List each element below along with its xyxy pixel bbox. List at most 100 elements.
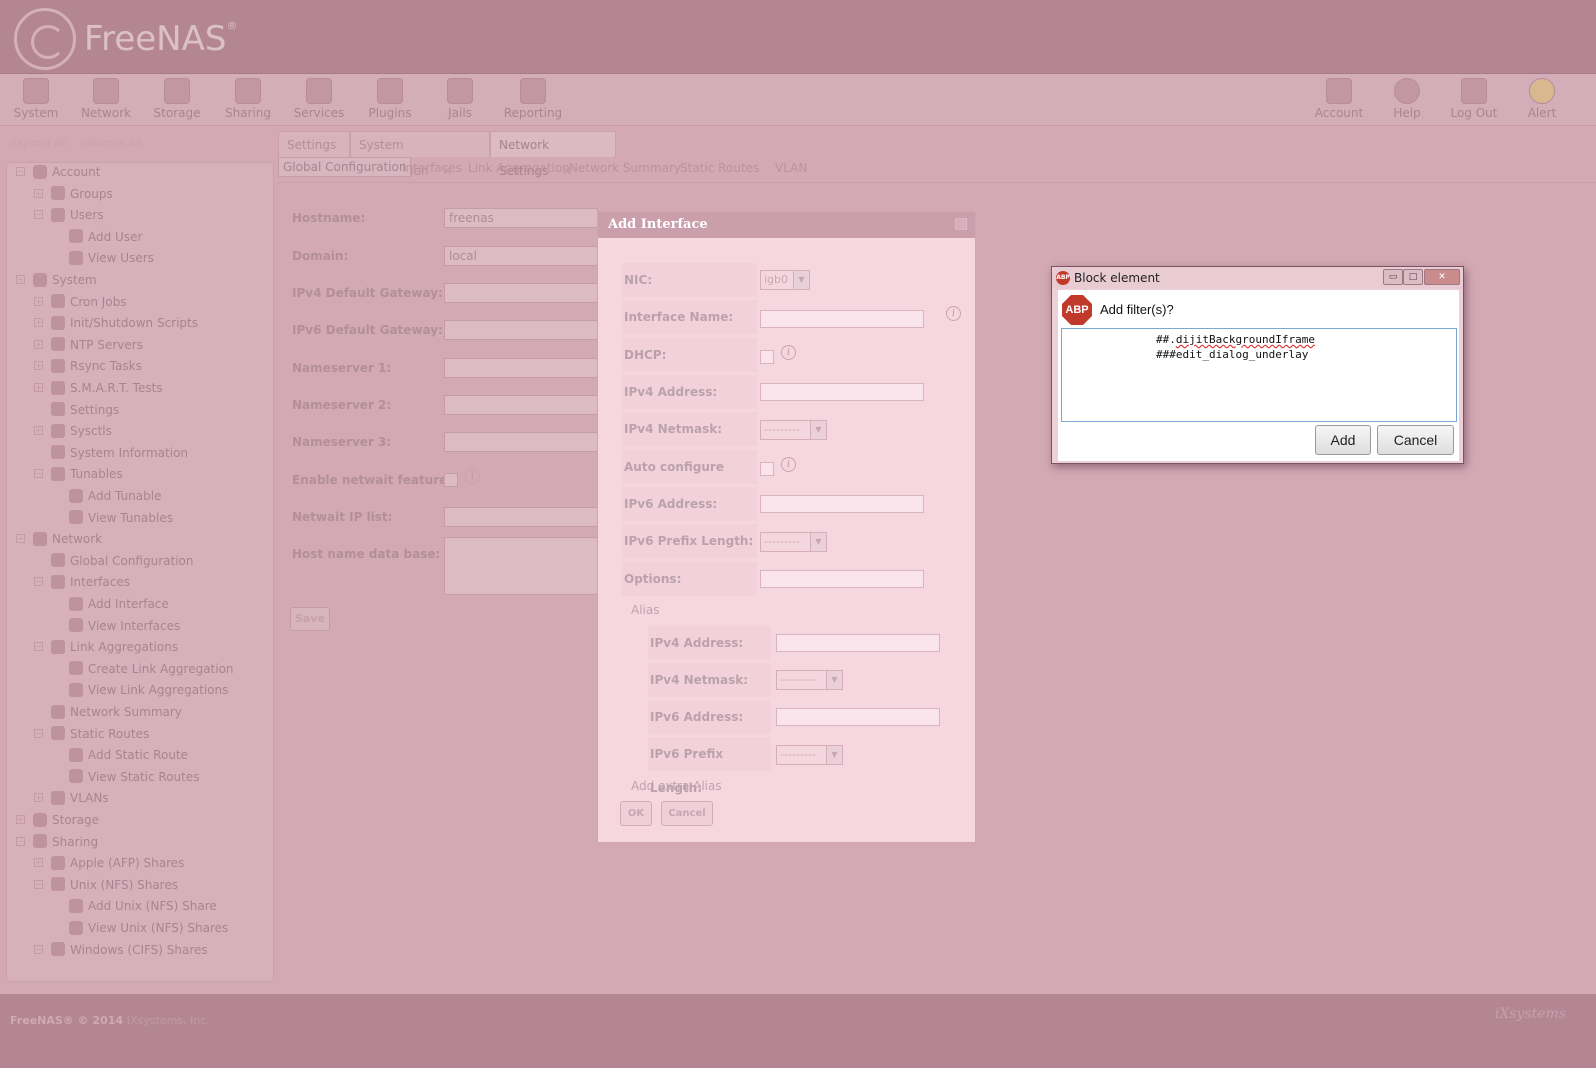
subtab-global-configuration[interactable]: Global Configuration [278,157,412,177]
nic-select[interactable]: igb0 ▼ [760,270,810,290]
sidebar-item-view-tunables[interactable]: View Tunables [52,508,173,528]
collapse-icon[interactable]: − [34,728,43,738]
add-extra-alias-link[interactable]: Add extra Alias [631,779,722,793]
sidebar-item-view-interfaces[interactable]: View Interfaces [52,616,180,636]
sidebar-item-rsync-tasks[interactable]: + Rsync Tasks [34,356,142,376]
ipv6-gateway-input[interactable] [444,320,598,340]
subtab-static-routes[interactable]: Static Routes [680,161,759,175]
sidebar-item-system[interactable]: − System [16,270,97,290]
sidebar-item-storage[interactable]: + Storage [16,810,99,830]
sidebar-item-cron-jobs[interactable]: + Cron Jobs [34,292,127,312]
expand-icon[interactable]: + [34,296,43,306]
sidebar-item-unix-nfs-shares[interactable]: − Unix (NFS) Shares [34,875,178,895]
alias-ipv6-prefix-select[interactable]: --------- ▼ [776,745,843,765]
sidebar-item-link-aggregations[interactable]: − Link Aggregations [34,637,178,657]
toolbar-account-button[interactable]: Account [1303,78,1375,120]
close-icon[interactable] [955,218,967,230]
expand-icon[interactable]: + [34,188,43,198]
collapse-all-link[interactable]: collapse all [81,136,142,149]
collapse-icon[interactable]: − [16,836,25,846]
expand-all-link[interactable]: expand all [10,136,67,149]
subtab-vlan[interactable]: VLAN [775,161,807,175]
cancel-button[interactable]: Cancel [661,801,713,826]
sidebar-item-interfaces[interactable]: − Interfaces [34,572,130,592]
expand-icon[interactable]: + [34,793,43,803]
sidebar-item-settings[interactable]: Settings [34,400,119,420]
ipv4-gateway-input[interactable] [444,283,598,303]
sidebar-item-vlans[interactable]: + VLANs [34,788,109,808]
sidebar-item-view-users[interactable]: View Users [52,248,154,268]
interface-name-input[interactable] [760,310,924,328]
toolbar-sharing-button[interactable]: Sharing [212,78,284,120]
info-icon[interactable]: i [946,306,961,321]
sidebar-item-sysctls[interactable]: + Sysctls [34,421,112,441]
expand-icon[interactable]: + [34,858,43,868]
expand-icon[interactable]: + [34,426,43,436]
subtab-link-aggregation[interactable]: Link Aggregation [468,161,570,175]
toolbar-storage-button[interactable]: Storage [141,78,213,120]
sidebar-item-account[interactable]: − Account [16,162,100,182]
ipv6-prefix-select[interactable]: --------- ▼ [760,532,827,552]
sidebar-item-windows-cifs-shares[interactable]: − Windows (CIFS) Shares [34,940,208,960]
ipv4-netmask-select[interactable]: --------- ▼ [760,420,827,440]
ipv4-address-input[interactable] [760,383,924,401]
company-link[interactable]: iXsystems, Inc. [127,1014,210,1027]
sidebar-item-global-configuration[interactable]: Global Configuration [34,551,193,571]
subtab-interfaces[interactable]: Interfaces [402,161,462,175]
nameserver1-input[interactable] [444,358,598,378]
collapse-icon[interactable]: − [16,167,25,176]
sidebar-item-view-static-routes[interactable]: View Static Routes [52,767,200,787]
expand-icon[interactable]: + [34,339,43,349]
nameserver3-input[interactable] [444,432,598,452]
toolbar-system-button[interactable]: System [0,78,72,120]
sidebar-item-view-link-aggregations[interactable]: View Link Aggregations [52,680,228,700]
sidebar-item-add-static-route[interactable]: Add Static Route [52,745,188,765]
tab-network-settings[interactable]: Network Settings ✕ [490,131,616,178]
sidebar-item-sharing[interactable]: − Sharing [16,832,98,852]
sidebar-item-add-interface[interactable]: Add Interface [52,594,169,614]
sidebar-item-s-m-a-r-t-tests[interactable]: + S.M.A.R.T. Tests [34,378,163,398]
netwait-ip-input[interactable] [444,507,598,527]
toolbar-network-button[interactable]: Network [70,78,142,120]
sidebar-item-add-unix-nfs-share[interactable]: Add Unix (NFS) Share [52,896,217,916]
collapse-icon[interactable]: − [16,534,25,544]
sidebar-item-system-information[interactable]: System Information [34,443,188,463]
sidebar-item-groups[interactable]: + Groups [34,184,113,204]
sidebar-item-users[interactable]: − Users [34,205,104,225]
expand-icon[interactable]: + [16,815,25,824]
options-input[interactable] [760,570,924,588]
alias-ipv4-address-input[interactable] [776,634,940,652]
info-icon[interactable]: i [781,457,796,472]
netwait-checkbox[interactable] [444,473,458,487]
collapse-icon[interactable]: − [34,469,43,479]
sidebar-item-static-routes[interactable]: − Static Routes [34,724,149,744]
alias-ipv4-netmask-select[interactable]: --------- ▼ [776,670,843,690]
ipv6-address-input[interactable] [760,495,924,513]
info-icon[interactable]: i [781,345,796,360]
sidebar-item-add-tunable[interactable]: Add Tunable [52,486,161,506]
close-icon[interactable]: ✕ [1424,269,1460,285]
collapse-icon[interactable]: − [16,275,25,284]
expand-icon[interactable]: + [34,383,43,392]
sidebar-item-network-summary[interactable]: Network Summary [34,702,182,722]
sidebar-item-view-unix-nfs-shares[interactable]: View Unix (NFS) Shares [52,918,228,938]
collapse-icon[interactable]: − [34,642,43,652]
autoconf-ipv6-checkbox[interactable] [760,462,774,476]
maximize-icon[interactable]: □ [1403,269,1423,285]
collapse-icon[interactable]: − [34,577,43,587]
expand-icon[interactable]: + [34,361,43,371]
nameserver2-input[interactable] [444,395,598,415]
sidebar-item-create-link-aggregation[interactable]: Create Link Aggregation [52,659,234,679]
tab-system-information[interactable]: System Information✕ [350,131,490,178]
collapse-icon[interactable]: − [34,879,43,889]
sidebar-item-add-user[interactable]: Add User [52,227,142,247]
collapse-icon[interactable]: − [34,210,43,220]
hostdb-textarea[interactable] [444,537,598,595]
collapse-icon[interactable]: − [34,944,43,954]
info-icon[interactable]: i [465,469,480,484]
alias-ipv6-address-input[interactable] [776,708,940,726]
minimize-icon[interactable]: ▭ [1383,269,1403,285]
domain-input[interactable]: local [444,246,598,266]
cancel-button[interactable]: Cancel [1377,425,1454,455]
toolbar-services-button[interactable]: Services [283,78,355,120]
